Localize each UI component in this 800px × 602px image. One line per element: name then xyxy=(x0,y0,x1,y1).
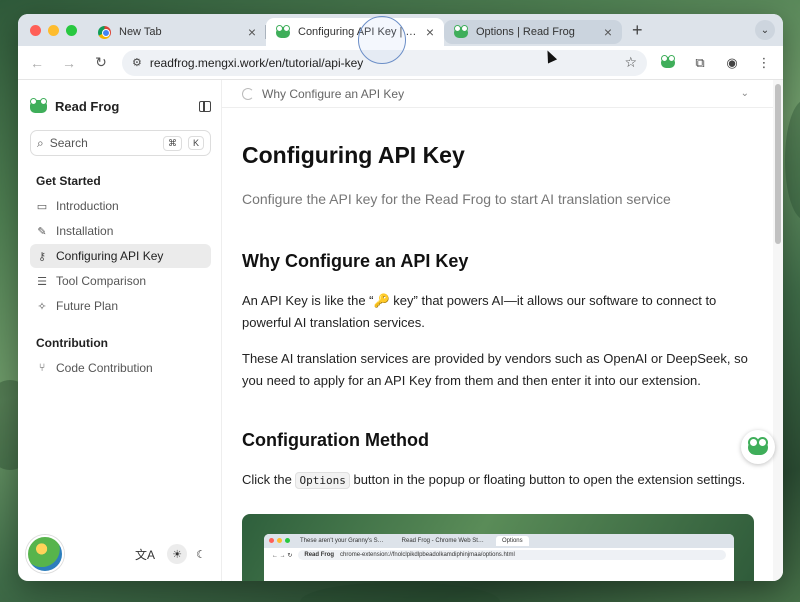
tab-search-button[interactable]: ⌄ xyxy=(755,20,775,40)
tab-configuring-api-key[interactable]: Configuring API Key | Read Frog × xyxy=(266,18,444,46)
scrollbar-thumb[interactable] xyxy=(775,84,781,244)
frog-icon xyxy=(748,436,768,455)
sidebar-item-label: Configuring API Key xyxy=(56,249,164,263)
minimize-window-button[interactable] xyxy=(48,25,59,36)
text-segment: button in the popup or floating button t… xyxy=(353,472,746,487)
close-icon[interactable]: × xyxy=(248,24,256,40)
screenshot-tabs: These aren't your Granny's S… Read Frog … xyxy=(264,534,734,548)
more-menu-icon[interactable]: ⋮ xyxy=(753,52,775,74)
screenshot-browser: These aren't your Granny's S… Read Frog … xyxy=(264,534,734,581)
page-subtitle: Configure the API key for the Read Frog … xyxy=(242,191,671,207)
article-area: Why Configure an API Key ⌄ Configuring A… xyxy=(222,80,783,581)
toc-current-heading: Why Configure an API Key xyxy=(262,86,405,101)
page-title: Configuring API Key xyxy=(242,142,465,168)
chrome-icon xyxy=(98,25,111,39)
tab-title: Options | Read Frog xyxy=(476,26,575,38)
toc-dropdown[interactable]: Why Configure an API Key ⌄ xyxy=(222,80,783,108)
paragraph-api-key-intro: An API Key is like the “🔑 key” that powe… xyxy=(242,293,717,330)
frog-icon xyxy=(661,55,675,68)
screenshot-toolbar: ← → ↻ Read Frog chrome-extension://fnolc… xyxy=(264,548,734,562)
language-icon[interactable]: 文A xyxy=(135,546,155,563)
page-content: Read Frog ⌕ Search ⌘ K Get Started ▭ Int… xyxy=(18,80,783,581)
screenshot-window-controls xyxy=(269,538,290,543)
new-tab-button[interactable]: + xyxy=(632,20,643,41)
bookmark-star-icon[interactable]: ☆ xyxy=(624,54,637,71)
heading-configuration-method: Configuration Method xyxy=(242,430,429,450)
docs-sidebar: Read Frog ⌕ Search ⌘ K Get Started ▭ Int… xyxy=(18,80,222,581)
text-segment: Click the xyxy=(242,472,292,487)
search-icon: ⌕ xyxy=(37,135,44,150)
frog-logo-icon xyxy=(30,97,47,113)
close-icon[interactable]: × xyxy=(426,24,434,40)
sidebar-item-label: Future Plan xyxy=(56,299,119,313)
sidebar-item-future-plan[interactable]: ✧ Future Plan xyxy=(30,294,211,318)
chevron-down-icon[interactable]: ⌄ xyxy=(741,88,749,99)
sidebar-item-installation[interactable]: ✎ Installation xyxy=(30,219,211,243)
progress-ring-icon xyxy=(242,87,254,100)
sidebar-item-label: Tool Comparison xyxy=(56,274,147,288)
site-info-icon[interactable]: ⚙ xyxy=(132,56,142,69)
sidebar-item-tool-comparison[interactable]: ☰ Tool Comparison xyxy=(30,269,211,293)
browser-window: New Tab × Configuring API Key | Read Fro… xyxy=(18,14,783,581)
paragraph-vendors: These AI translation services are provid… xyxy=(242,351,748,388)
sidebar-footer: 文A ☀ ☾ xyxy=(26,535,211,573)
inline-code-options: Options xyxy=(295,472,350,489)
extensions-puzzle-icon[interactable]: ⧉ xyxy=(689,52,711,74)
screenshot-url: chrome-extension://fnolclpikdlpbeadolkam… xyxy=(340,552,515,558)
sidebar-toggle-icon[interactable] xyxy=(199,100,211,112)
brand-name: Read Frog xyxy=(55,98,120,114)
command-key-hint: ⌘ xyxy=(162,135,182,151)
wrench-icon: ✎ xyxy=(37,225,47,238)
tab-title: New Tab xyxy=(119,26,162,38)
search-placeholder: Search xyxy=(49,136,88,150)
maximize-window-button[interactable] xyxy=(66,25,77,36)
read-frog-extension-icon[interactable] xyxy=(657,52,679,74)
sidebar-item-introduction[interactable]: ▭ Introduction xyxy=(30,194,211,218)
reload-icon[interactable]: ↻ xyxy=(90,54,112,71)
sidebar-item-label: Introduction xyxy=(56,199,119,213)
floating-read-frog-button[interactable] xyxy=(741,430,775,464)
section-contribution: Contribution xyxy=(36,336,108,350)
sparkle-icon: ✧ xyxy=(37,300,47,313)
forward-icon[interactable]: → xyxy=(58,55,80,71)
screenshot-tab: Options xyxy=(495,536,529,546)
section-get-started: Get Started xyxy=(36,174,101,188)
frog-icon xyxy=(454,24,468,38)
window-controls xyxy=(30,25,77,36)
screenshot-nav-icons: ← → ↻ xyxy=(272,552,293,559)
git-branch-icon: ⑂ xyxy=(38,362,46,374)
close-window-button[interactable] xyxy=(30,25,41,36)
search-input[interactable]: ⌕ Search ⌘ K xyxy=(30,130,211,156)
frog-icon xyxy=(276,24,290,38)
profile-icon[interactable]: ◉ xyxy=(721,52,743,74)
tab-new-tab[interactable]: New Tab × xyxy=(88,18,266,46)
screenshot-address-bar: Read Frog chrome-extension://fnolclpikdl… xyxy=(298,550,726,560)
scrollbar[interactable] xyxy=(773,80,783,581)
moon-icon[interactable]: ☾ xyxy=(191,544,211,564)
click-highlight xyxy=(358,16,406,64)
heading-why-configure: Why Configure an API Key xyxy=(242,251,469,271)
sun-icon[interactable]: ☀ xyxy=(167,544,187,564)
tab-options[interactable]: Options | Read Frog × xyxy=(444,20,622,44)
sidebar-item-configuring-api-key[interactable]: ⚷ Configuring API Key xyxy=(30,244,211,268)
back-icon[interactable]: ← xyxy=(26,55,48,71)
brand[interactable]: Read Frog xyxy=(30,92,211,120)
screenshot-tab: These aren't your Granny's S… xyxy=(300,538,384,544)
theme-toggle[interactable]: ☀ ☾ xyxy=(167,544,211,564)
book-icon: ▭ xyxy=(36,200,48,213)
k-key-hint: K xyxy=(187,136,204,150)
key-icon: ⚷ xyxy=(37,250,47,263)
tutorial-screenshot: These aren't your Granny's S… Read Frog … xyxy=(242,514,754,581)
close-icon[interactable]: × xyxy=(604,24,612,40)
list-icon: ☰ xyxy=(37,275,47,288)
sidebar-item-label: Code Contribution xyxy=(56,361,153,375)
paragraph-click-options: Click the Options button in the popup or… xyxy=(242,469,755,492)
article: Configuring API Key Configure the API ke… xyxy=(222,142,783,581)
screenshot-tab: Read Frog - Chrome Web St… xyxy=(401,538,484,544)
avatar[interactable] xyxy=(26,535,64,573)
sidebar-item-code-contribution[interactable]: ⑂ Code Contribution xyxy=(30,356,211,380)
screenshot-brand: Read Frog xyxy=(304,552,335,558)
sidebar-item-label: Installation xyxy=(56,224,114,238)
